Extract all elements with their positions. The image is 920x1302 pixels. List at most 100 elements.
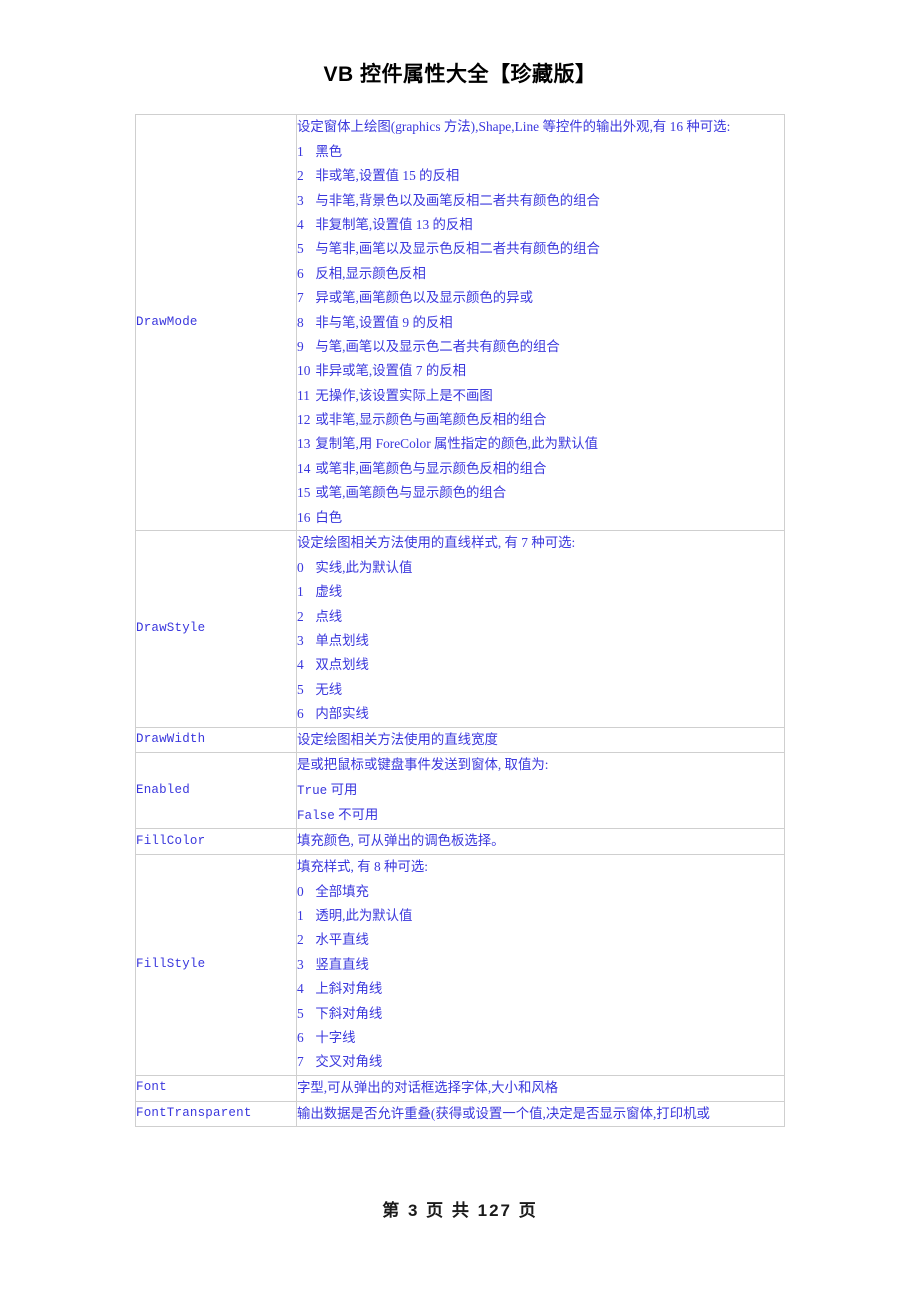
property-name-cell: Font	[135, 1074, 297, 1102]
option-item: 12 或非笔,显示颜色与画笔颜色反相的组合	[297, 408, 784, 432]
option-text: 下斜对角线	[315, 1005, 383, 1021]
option-item: 4 上斜对角线	[297, 977, 784, 1001]
table-body: DrawMode 设定窗体上绘图(graphics 方法),Shape,Line…	[135, 113, 785, 1128]
option-key: True	[297, 784, 328, 799]
property-name: DrawWidth	[136, 732, 206, 747]
option-key: 5	[297, 681, 304, 697]
option-item: 9 与笔,画笔以及显示色二者共有颜色的组合	[297, 335, 784, 359]
option-item: True 可用	[297, 778, 784, 803]
option-item: 7 异或笔,画笔颜色以及显示颜色的异或	[297, 286, 784, 310]
option-item: False 不可用	[297, 803, 784, 828]
option-item: 3 单点划线	[297, 629, 784, 653]
option-key: 1	[297, 907, 304, 923]
option-item: 3 与非笔,背景色以及画笔反相二者共有颜色的组合	[297, 189, 784, 213]
option-text: 或笔非,画笔颜色与显示颜色反相的组合	[315, 460, 547, 476]
property-description-cell: 输出数据是否允许重叠(获得或设置一个值,决定是否显示窗体,打印机或	[296, 1100, 785, 1128]
option-text: 可用	[330, 782, 358, 798]
property-name: DrawMode	[136, 314, 198, 329]
option-text: 不可用	[338, 807, 379, 823]
property-description-cell: 填充样式, 有 8 种可选: 0 全部填充 1 透明,此为默认值 2 水平直线 …	[296, 853, 785, 1076]
option-item: 15 或笔,画笔颜色与显示颜色的组合	[297, 481, 784, 505]
property-name: Font	[136, 1080, 167, 1095]
property-description: 字型,可从弹出的对话框选择字体,大小和风格	[297, 1079, 559, 1095]
option-text: 虚线	[315, 584, 343, 600]
table-row: FillStyle 填充样式, 有 8 种可选: 0 全部填充 1 透明,此为默…	[135, 853, 785, 1076]
document-page: VB 控件属性大全【珍藏版】 DrawMode 设定窗体上绘图(graphics…	[0, 0, 920, 1302]
option-item: 0 全部填充	[297, 880, 784, 904]
option-item: 1 黑色	[297, 140, 784, 164]
table-row: Enabled 是或把鼠标或键盘事件发送到窗体, 取值为: True 可用 Fa…	[135, 752, 785, 829]
option-text: 异或笔,画笔颜色以及显示颜色的异或	[315, 290, 533, 306]
option-item: 16 白色	[297, 506, 784, 530]
option-key: 4	[297, 981, 304, 997]
option-key: False	[297, 809, 335, 824]
option-key: 2	[297, 608, 304, 624]
option-item: 7 交叉对角线	[297, 1050, 784, 1074]
table-row: FontTransparent 输出数据是否允许重叠(获得或设置一个值,决定是否…	[135, 1100, 785, 1128]
option-key: 9	[297, 338, 304, 354]
option-text: 非异或笔,设置值 7 的反相	[315, 363, 467, 379]
option-item: 2 点线	[297, 605, 784, 629]
property-description-cell: 设定绘图相关方法使用的直线样式, 有 7 种可选: 0 实线,此为默认值 1 虚…	[296, 530, 785, 728]
property-name-cell: Enabled	[135, 752, 297, 829]
option-text: 或笔,画笔颜色与显示颜色的组合	[315, 485, 507, 501]
option-item: 2 水平直线	[297, 928, 784, 952]
option-item: 1 透明,此为默认值	[297, 904, 784, 928]
table-row: DrawWidth 设定绘图相关方法使用的直线宽度	[135, 726, 785, 754]
property-description: 设定绘图相关方法使用的直线宽度	[297, 731, 498, 747]
option-key: 8	[297, 314, 304, 330]
option-item: 14 或笔非,画笔颜色与显示颜色反相的组合	[297, 457, 784, 481]
option-key: 6	[297, 706, 304, 722]
property-description-cell: 设定绘图相关方法使用的直线宽度	[296, 726, 785, 754]
option-key: 1	[297, 143, 304, 159]
option-text: 与笔,画笔以及显示色二者共有颜色的组合	[315, 338, 560, 354]
option-text: 非复制笔,设置值 13 的反相	[315, 216, 473, 232]
property-description: 设定窗体上绘图(graphics 方法),Shape,Line 等控件的输出外观…	[297, 119, 731, 134]
option-key: 6	[297, 265, 304, 281]
option-key: 16	[297, 509, 311, 525]
option-item: 11 无操作,该设置实际上是不画图	[297, 384, 784, 408]
option-item: 0 实线,此为默认值	[297, 556, 784, 580]
option-item: 13 复制笔,用 ForeColor 属性指定的颜色,此为默认值	[297, 432, 784, 456]
option-item: 4 双点划线	[297, 653, 784, 677]
option-key: 14	[297, 460, 311, 476]
option-text: 实线,此为默认值	[315, 559, 413, 575]
option-text: 竖直直线	[315, 956, 369, 972]
option-text: 十字线	[315, 1029, 356, 1045]
property-description: 输出数据是否允许重叠(获得或设置一个值,决定是否显示窗体,打印机或	[297, 1105, 710, 1121]
property-name: FillColor	[136, 833, 206, 848]
property-name: FontTransparent	[136, 1106, 252, 1121]
option-item: 10 非异或笔,设置值 7 的反相	[297, 359, 784, 383]
property-name-cell: DrawMode	[135, 113, 297, 532]
option-key: 13	[297, 436, 311, 452]
option-text: 非或笔,设置值 15 的反相	[315, 168, 460, 184]
property-description: 填充颜色, 可从弹出的调色板选择。	[297, 832, 505, 848]
option-text: 透明,此为默认值	[315, 907, 413, 923]
option-text: 或非笔,显示颜色与画笔颜色反相的组合	[315, 412, 547, 428]
option-text: 白色	[315, 509, 343, 525]
option-text: 双点划线	[315, 657, 369, 673]
option-key: 7	[297, 1054, 304, 1070]
option-key: 12	[297, 412, 311, 428]
option-key: 3	[297, 633, 304, 649]
option-item: 1 虚线	[297, 580, 784, 604]
property-name-cell: FillColor	[135, 827, 297, 855]
option-key: 4	[297, 216, 304, 232]
page-title: VB 控件属性大全【珍藏版】	[323, 63, 597, 86]
option-key: 4	[297, 657, 304, 673]
option-item: 5 下斜对角线	[297, 1002, 784, 1026]
option-key: 15	[297, 485, 311, 501]
option-text: 单点划线	[315, 633, 369, 649]
property-name-cell: DrawStyle	[135, 530, 297, 728]
option-text: 无线	[315, 681, 343, 697]
page-footer: 第 3 页 共 127 页	[382, 1201, 538, 1220]
property-name: DrawStyle	[136, 621, 206, 636]
option-key: 6	[297, 1029, 304, 1045]
option-key: 10	[297, 363, 311, 379]
property-description-cell: 设定窗体上绘图(graphics 方法),Shape,Line 等控件的输出外观…	[296, 113, 785, 532]
option-key: 11	[297, 387, 310, 403]
option-item: 6 十字线	[297, 1026, 784, 1050]
property-description-cell: 填充颜色, 可从弹出的调色板选择。	[296, 827, 785, 855]
option-list: 1 黑色 2 非或笔,设置值 15 的反相 3 与非笔,背景色以及画笔反相二者共…	[297, 140, 784, 530]
table-row: DrawStyle 设定绘图相关方法使用的直线样式, 有 7 种可选: 0 实线…	[135, 530, 785, 728]
